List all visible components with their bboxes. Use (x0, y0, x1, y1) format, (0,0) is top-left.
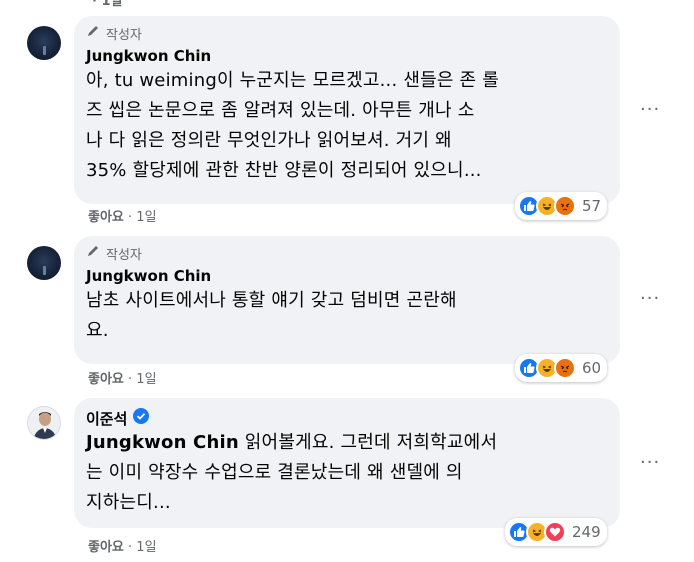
comment-text: Jungkwon Chin 읽어볼게요. 그런데 저희학교에서 는 이미 약장수… (86, 432, 498, 513)
author-badge: 작성자 (86, 24, 608, 43)
love-icon (544, 521, 566, 543)
comment-actions: 좋아요 · 1일 (88, 368, 157, 387)
more-options-icon[interactable]: ··· (640, 452, 660, 473)
reaction-summary[interactable]: 249 (505, 518, 607, 546)
more-options-icon[interactable]: ··· (640, 288, 660, 309)
author-badge-label: 작성자 (106, 247, 142, 263)
more-options-icon[interactable]: ··· (640, 99, 660, 120)
comment-bubble: 이준석 Jungkwon Chin 읽어볼게요. 그런데 저희학교에서 는 이미… (74, 398, 620, 528)
author-badge-label: 작성자 (106, 27, 142, 43)
previous-comment-time: · 1일 (92, 0, 123, 9)
comment-bubble: 작성자 Jungkwon Chin 아, tu weiming이 누군지는 모르… (74, 16, 620, 204)
comment-text: 남초 사이트에서나 통할 얘기 갖고 덤비면 곤란해 요. (86, 290, 457, 341)
reaction-summary[interactable]: 60 (515, 354, 608, 382)
comment-actions: 좋아요 · 1일 (88, 206, 157, 225)
comment-bubble: 작성자 Jungkwon Chin 남초 사이트에서나 통할 얘기 갖고 덤비면… (74, 236, 620, 364)
mention-link[interactable]: Jungkwon Chin (86, 432, 239, 453)
comment-time[interactable]: · 1일 (128, 372, 157, 387)
avatar[interactable] (27, 246, 61, 280)
comment-time[interactable]: · 1일 (128, 210, 157, 225)
verified-badge-icon (133, 408, 150, 428)
commenter-name[interactable]: Jungkwon Chin (86, 267, 211, 285)
comment-actions: 좋아요 · 1일 (88, 536, 157, 555)
reaction-count: 57 (582, 197, 602, 215)
commenter-name[interactable]: 이준석 (86, 408, 127, 429)
angry-icon (554, 195, 576, 217)
commenter-name[interactable]: Jungkwon Chin (86, 47, 211, 65)
comment-time[interactable]: · 1일 (128, 540, 157, 555)
avatar[interactable] (27, 406, 61, 440)
author-badge: 작성자 (86, 244, 608, 263)
pencil-icon (86, 24, 100, 42)
like-button[interactable]: 좋아요 (88, 540, 124, 555)
angry-icon (554, 357, 576, 379)
reaction-summary[interactable]: 57 (515, 192, 608, 220)
like-button[interactable]: 좋아요 (88, 210, 124, 225)
reaction-count: 249 (572, 523, 601, 541)
like-button[interactable]: 좋아요 (88, 372, 124, 387)
avatar[interactable] (27, 26, 61, 60)
pencil-icon (86, 244, 100, 262)
reaction-count: 60 (582, 359, 602, 377)
comment-text: 아, tu weiming이 누군지는 모르겠고... 샌들은 존 롤 즈 씹은… (86, 70, 499, 181)
